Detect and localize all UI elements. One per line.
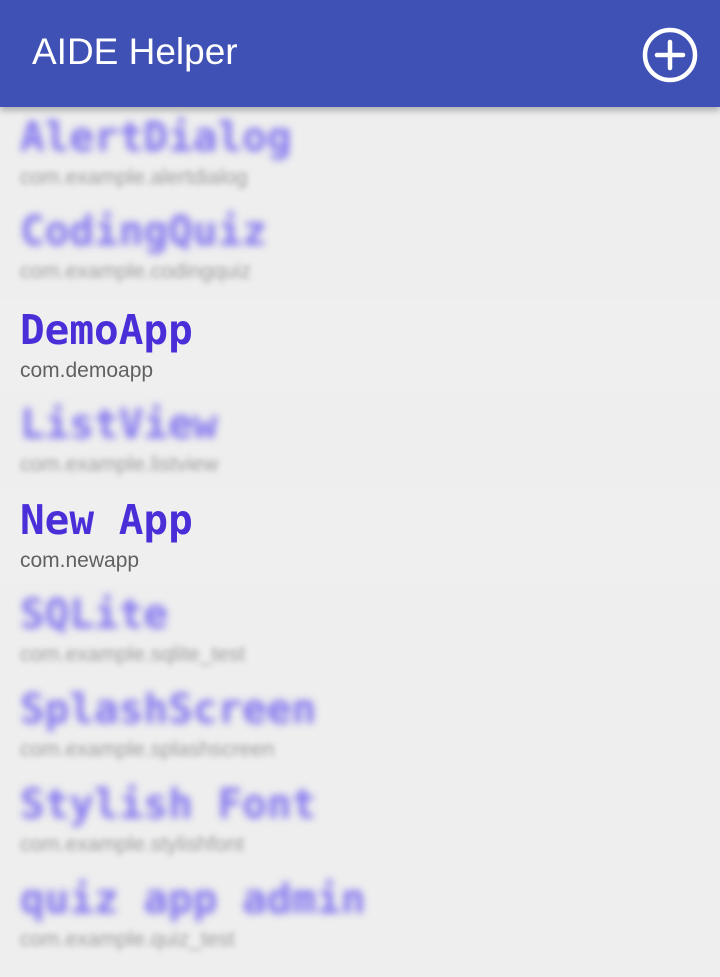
plus-circle-icon	[642, 27, 698, 83]
project-list-item[interactable]: SQLite com.example.sqlite_test	[0, 584, 720, 678]
project-list: AlertDialog com.example.alertdialog Codi…	[0, 107, 720, 977]
project-list-item[interactable]: ListView com.example.listview	[0, 394, 720, 488]
project-package: com.example.alertdialog	[20, 166, 248, 189]
project-name: quiz app admin	[20, 875, 366, 923]
project-name: Stylish Font	[20, 780, 317, 828]
project-package: com.example.codingquiz	[20, 260, 252, 283]
project-list-item[interactable]: AlertDialog com.example.alertdialog	[0, 107, 720, 201]
project-package: com.example.listview	[20, 453, 219, 476]
project-package: com.example.sqlite_test	[20, 643, 246, 666]
project-package: com.example.stylishfont	[20, 833, 245, 856]
project-list-item[interactable]: Stylish Font com.example.stylishfont	[0, 774, 720, 868]
project-name: CodingQuiz	[20, 207, 267, 255]
project-list-item[interactable]: quiz app admin com.example.quiz_test	[0, 869, 720, 963]
add-project-button[interactable]	[640, 25, 700, 85]
app-bar: AIDE Helper	[0, 0, 720, 107]
project-package: com.demoapp	[20, 359, 154, 382]
project-name: DemoApp	[20, 306, 193, 354]
project-name: SQLite	[20, 590, 169, 638]
project-list-item[interactable]: SplashScreen com.example.splashscreen	[0, 679, 720, 773]
project-name: ListView	[20, 400, 218, 448]
project-list-item[interactable]: DemoApp com.demoapp	[0, 300, 720, 394]
app-title: AIDE Helper	[32, 31, 238, 72]
project-name: SplashScreen	[20, 685, 317, 733]
project-name: AlertDialog	[20, 113, 292, 161]
project-list-item[interactable]: CodingQuiz com.example.codingquiz	[0, 201, 720, 295]
project-package: com.newapp	[20, 549, 140, 572]
project-name: New App	[20, 496, 193, 544]
project-package: com.example.quiz_test	[20, 928, 235, 951]
project-package: com.example.splashscreen	[20, 738, 275, 761]
project-list-item[interactable]: New App com.newapp	[0, 490, 720, 584]
